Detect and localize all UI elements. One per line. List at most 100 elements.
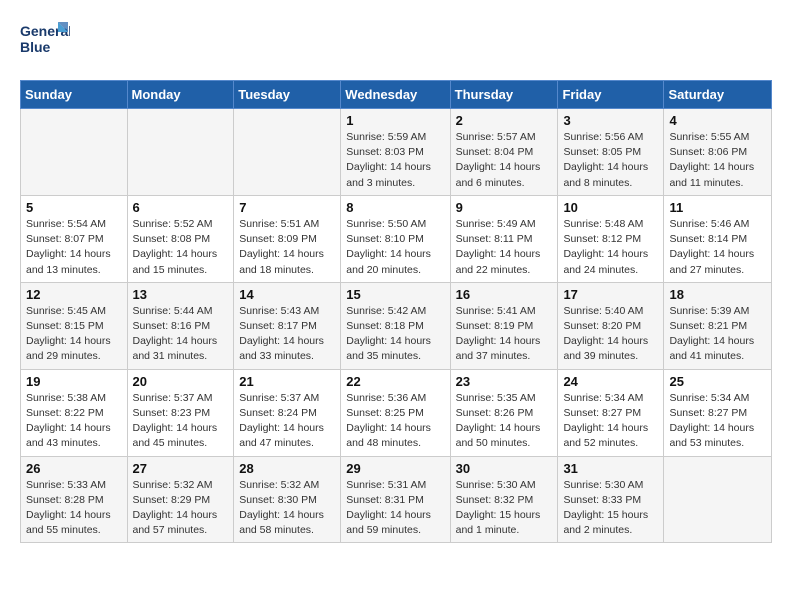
day-number: 17 <box>563 287 658 302</box>
calendar-cell: 24 Sunrise: 5:34 AM Sunset: 8:27 PM Dayli… <box>558 369 664 456</box>
day-number: 29 <box>346 461 444 476</box>
day-info: Sunrise: 5:37 AM Sunset: 8:24 PM Dayligh… <box>239 391 335 452</box>
day-info: Sunrise: 5:39 AM Sunset: 8:21 PM Dayligh… <box>669 304 766 365</box>
calendar-cell: 7 Sunrise: 5:51 AM Sunset: 8:09 PM Daylig… <box>234 195 341 282</box>
calendar-week-row: 19 Sunrise: 5:38 AM Sunset: 8:22 PM Dayli… <box>21 369 772 456</box>
day-header-sunday: Sunday <box>21 81 128 109</box>
calendar-week-row: 12 Sunrise: 5:45 AM Sunset: 8:15 PM Dayli… <box>21 282 772 369</box>
calendar-cell: 4Sunrise: 5:55 AM Sunset: 8:06 PM Daylig… <box>664 109 772 196</box>
calendar-cell: 10 Sunrise: 5:48 AM Sunset: 8:12 PM Dayli… <box>558 195 664 282</box>
day-info: Sunrise: 5:49 AM Sunset: 8:11 PM Dayligh… <box>456 217 553 278</box>
day-info: Sunrise: 5:34 AM Sunset: 8:27 PM Dayligh… <box>563 391 658 452</box>
calendar-cell: 15Sunrise: 5:42 AM Sunset: 8:18 PM Dayli… <box>341 282 450 369</box>
calendar-cell: 27Sunrise: 5:32 AM Sunset: 8:29 PM Dayli… <box>127 456 234 543</box>
day-number: 6 <box>133 200 229 215</box>
day-info: Sunrise: 5:40 AM Sunset: 8:20 PM Dayligh… <box>563 304 658 365</box>
calendar-cell: 20 Sunrise: 5:37 AM Sunset: 8:23 PM Dayli… <box>127 369 234 456</box>
day-number: 13 <box>133 287 229 302</box>
day-number: 28 <box>239 461 335 476</box>
day-number: 2 <box>456 113 553 128</box>
day-number: 8 <box>346 200 444 215</box>
day-info: Sunrise: 5:52 AM Sunset: 8:08 PM Dayligh… <box>133 217 229 278</box>
day-info: Sunrise: 5:44 AM Sunset: 8:16 PM Dayligh… <box>133 304 229 365</box>
day-info: Sunrise: 5:45 AM Sunset: 8:15 PM Dayligh… <box>26 304 122 365</box>
calendar-header-row: SundayMondayTuesdayWednesdayThursdayFrid… <box>21 81 772 109</box>
day-number: 3 <box>563 113 658 128</box>
day-header-friday: Friday <box>558 81 664 109</box>
day-header-tuesday: Tuesday <box>234 81 341 109</box>
day-info: Sunrise: 5:43 AM Sunset: 8:17 PM Dayligh… <box>239 304 335 365</box>
svg-text:Blue: Blue <box>20 39 51 55</box>
calendar-cell: 29 Sunrise: 5:31 AM Sunset: 8:31 PM Dayli… <box>341 456 450 543</box>
day-number: 9 <box>456 200 553 215</box>
calendar-cell: 6 Sunrise: 5:52 AM Sunset: 8:08 PM Daylig… <box>127 195 234 282</box>
day-info: Sunrise: 5:59 AM Sunset: 8:03 PM Dayligh… <box>346 130 444 191</box>
day-info: Sunrise: 5:50 AM Sunset: 8:10 PM Dayligh… <box>346 217 444 278</box>
calendar-cell: 30Sunrise: 5:30 AM Sunset: 8:32 PM Dayli… <box>450 456 558 543</box>
day-number: 20 <box>133 374 229 389</box>
calendar-week-row: 1 Sunrise: 5:59 AM Sunset: 8:03 PM Daylig… <box>21 109 772 196</box>
day-info: Sunrise: 5:34 AM Sunset: 8:27 PM Dayligh… <box>669 391 766 452</box>
calendar-cell <box>234 109 341 196</box>
calendar-cell: 12 Sunrise: 5:45 AM Sunset: 8:15 PM Dayli… <box>21 282 128 369</box>
calendar-cell: 16 Sunrise: 5:41 AM Sunset: 8:19 PM Dayli… <box>450 282 558 369</box>
day-info: Sunrise: 5:32 AM Sunset: 8:29 PM Dayligh… <box>133 478 229 539</box>
day-info: Sunrise: 5:41 AM Sunset: 8:19 PM Dayligh… <box>456 304 553 365</box>
calendar-cell: 2 Sunrise: 5:57 AM Sunset: 8:04 PM Daylig… <box>450 109 558 196</box>
day-number: 26 <box>26 461 122 476</box>
day-number: 10 <box>563 200 658 215</box>
calendar-cell: 25 Sunrise: 5:34 AM Sunset: 8:27 PM Dayli… <box>664 369 772 456</box>
day-info: Sunrise: 5:37 AM Sunset: 8:23 PM Dayligh… <box>133 391 229 452</box>
day-info: Sunrise: 5:48 AM Sunset: 8:12 PM Dayligh… <box>563 217 658 278</box>
calendar-table: SundayMondayTuesdayWednesdayThursdayFrid… <box>20 80 772 543</box>
calendar-cell: 11 Sunrise: 5:46 AM Sunset: 8:14 PM Dayli… <box>664 195 772 282</box>
day-info: Sunrise: 5:56 AM Sunset: 8:05 PM Dayligh… <box>563 130 658 191</box>
day-number: 24 <box>563 374 658 389</box>
day-header-monday: Monday <box>127 81 234 109</box>
day-info: Sunrise: 5:42 AM Sunset: 8:18 PM Dayligh… <box>346 304 444 365</box>
day-number: 16 <box>456 287 553 302</box>
day-number: 1 <box>346 113 444 128</box>
calendar-cell: 21Sunrise: 5:37 AM Sunset: 8:24 PM Dayli… <box>234 369 341 456</box>
calendar-cell: 31 Sunrise: 5:30 AM Sunset: 8:33 PM Dayli… <box>558 456 664 543</box>
calendar-cell: 8 Sunrise: 5:50 AM Sunset: 8:10 PM Daylig… <box>341 195 450 282</box>
day-number: 11 <box>669 200 766 215</box>
calendar-cell: 23Sunrise: 5:35 AM Sunset: 8:26 PM Dayli… <box>450 369 558 456</box>
calendar-cell <box>21 109 128 196</box>
day-info: Sunrise: 5:54 AM Sunset: 8:07 PM Dayligh… <box>26 217 122 278</box>
day-number: 22 <box>346 374 444 389</box>
calendar-cell: 1 Sunrise: 5:59 AM Sunset: 8:03 PM Daylig… <box>341 109 450 196</box>
day-info: Sunrise: 5:31 AM Sunset: 8:31 PM Dayligh… <box>346 478 444 539</box>
calendar-cell <box>664 456 772 543</box>
day-number: 12 <box>26 287 122 302</box>
day-number: 5 <box>26 200 122 215</box>
day-number: 25 <box>669 374 766 389</box>
calendar-week-row: 26 Sunrise: 5:33 AM Sunset: 8:28 PM Dayli… <box>21 456 772 543</box>
day-info: Sunrise: 5:51 AM Sunset: 8:09 PM Dayligh… <box>239 217 335 278</box>
day-info: Sunrise: 5:32 AM Sunset: 8:30 PM Dayligh… <box>239 478 335 539</box>
calendar-cell: 28 Sunrise: 5:32 AM Sunset: 8:30 PM Dayli… <box>234 456 341 543</box>
calendar-cell: 18 Sunrise: 5:39 AM Sunset: 8:21 PM Dayli… <box>664 282 772 369</box>
calendar-cell: 13 Sunrise: 5:44 AM Sunset: 8:16 PM Dayli… <box>127 282 234 369</box>
calendar-cell: 17 Sunrise: 5:40 AM Sunset: 8:20 PM Dayli… <box>558 282 664 369</box>
logo-svg: General Blue <box>20 20 70 64</box>
day-number: 18 <box>669 287 766 302</box>
day-info: Sunrise: 5:57 AM Sunset: 8:04 PM Dayligh… <box>456 130 553 191</box>
day-number: 31 <box>563 461 658 476</box>
day-number: 14 <box>239 287 335 302</box>
day-header-thursday: Thursday <box>450 81 558 109</box>
calendar-cell: 5 Sunrise: 5:54 AM Sunset: 8:07 PM Daylig… <box>21 195 128 282</box>
day-number: 7 <box>239 200 335 215</box>
day-info: Sunrise: 5:38 AM Sunset: 8:22 PM Dayligh… <box>26 391 122 452</box>
day-info: Sunrise: 5:36 AM Sunset: 8:25 PM Dayligh… <box>346 391 444 452</box>
calendar-week-row: 5 Sunrise: 5:54 AM Sunset: 8:07 PM Daylig… <box>21 195 772 282</box>
day-info: Sunrise: 5:33 AM Sunset: 8:28 PM Dayligh… <box>26 478 122 539</box>
day-header-saturday: Saturday <box>664 81 772 109</box>
day-info: Sunrise: 5:55 AM Sunset: 8:06 PM Dayligh… <box>669 130 766 191</box>
day-number: 30 <box>456 461 553 476</box>
day-info: Sunrise: 5:46 AM Sunset: 8:14 PM Dayligh… <box>669 217 766 278</box>
calendar-cell: 22 Sunrise: 5:36 AM Sunset: 8:25 PM Dayli… <box>341 369 450 456</box>
day-info: Sunrise: 5:35 AM Sunset: 8:26 PM Dayligh… <box>456 391 553 452</box>
day-info: Sunrise: 5:30 AM Sunset: 8:33 PM Dayligh… <box>563 478 658 539</box>
day-number: 19 <box>26 374 122 389</box>
